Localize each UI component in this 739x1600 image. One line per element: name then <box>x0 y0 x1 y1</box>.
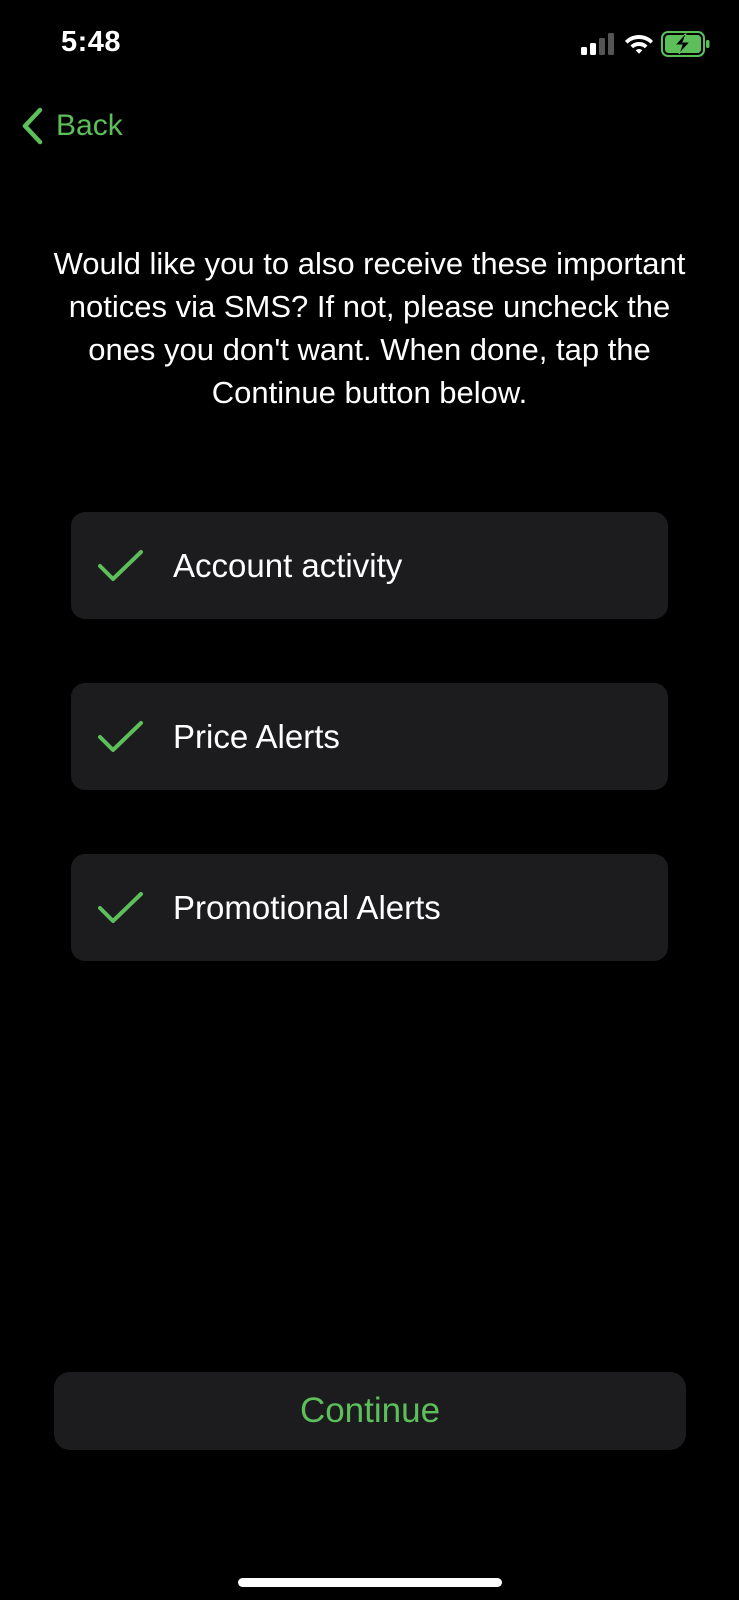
back-button[interactable]: Back <box>20 104 123 148</box>
home-indicator[interactable] <box>238 1578 502 1587</box>
cellular-signal-icon <box>581 33 614 55</box>
status-time: 5:48 <box>61 26 122 58</box>
checkmark-icon <box>98 892 143 923</box>
option-promotional-alerts[interactable]: Promotional Alerts <box>71 854 668 961</box>
battery-charging-icon <box>661 31 710 57</box>
option-account-activity[interactable]: Account activity <box>71 512 668 619</box>
chevron-left-icon <box>22 107 43 145</box>
status-bar: 5:48 <box>0 0 739 90</box>
sms-options-list: Account activity Price Alerts Promotiona… <box>71 512 668 1025</box>
option-price-alerts[interactable]: Price Alerts <box>71 683 668 790</box>
back-label: Back <box>56 109 123 142</box>
continue-label: Continue <box>299 1391 441 1430</box>
checkmark-icon <box>98 550 143 581</box>
option-label: Promotional Alerts <box>173 889 441 926</box>
wifi-icon <box>625 35 653 54</box>
continue-button[interactable]: Continue <box>54 1372 686 1450</box>
checkmark-icon <box>98 721 143 752</box>
instructions-text: Would like you to also receive these imp… <box>53 246 686 410</box>
option-label: Price Alerts <box>173 718 340 755</box>
option-label: Account activity <box>173 547 403 584</box>
